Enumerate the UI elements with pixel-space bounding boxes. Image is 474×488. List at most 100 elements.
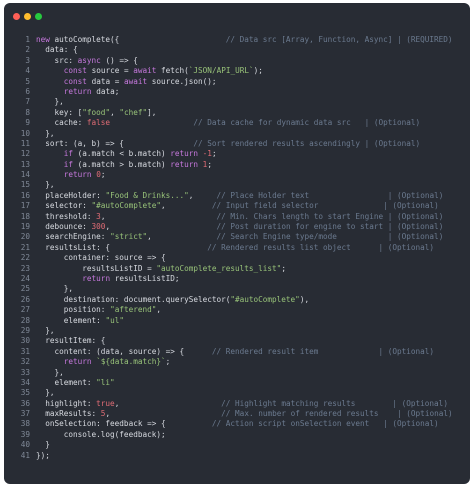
code-token: );: [253, 66, 263, 76]
code-token: return: [170, 149, 199, 159]
line-number: 8: [25, 107, 30, 117]
line-number: 36: [20, 398, 30, 408]
code-token: resultsListID;: [110, 273, 180, 283]
code-token: element:: [36, 377, 97, 387]
code-line: 38 onSelection: feedback => { // Action …: [4, 419, 470, 429]
code-line: 35 },: [4, 388, 470, 398]
code-token: position:: [36, 305, 111, 315]
code-line: 9 cache: false // Data cache for dynamic…: [4, 118, 470, 128]
line-number: 20: [20, 232, 30, 242]
code-token: },: [36, 388, 55, 398]
code-line: 18 threshold: 3, // Min. Chars length to…: [4, 212, 470, 222]
close-dot-icon[interactable]: [13, 13, 20, 20]
line-number: 34: [20, 377, 30, 387]
code-token: }: [36, 440, 50, 450]
code-token: true: [96, 398, 115, 408]
code-token: });: [36, 450, 50, 460]
code-comment: // Highlight matching results | (Optiona…: [221, 398, 448, 408]
line-number: 17: [20, 201, 30, 211]
code-token: "chef": [119, 107, 148, 117]
code-token: ;: [100, 170, 106, 180]
code-token: if: [63, 159, 74, 169]
code-token: await: [133, 66, 157, 76]
maximize-dot-icon[interactable]: [35, 13, 42, 20]
code-token: },: [36, 325, 55, 335]
code-token: () => {: [100, 55, 138, 65]
line-number: 37: [20, 409, 30, 419]
code-token: "#autoComplete": [91, 201, 161, 211]
code-token: key: [: [36, 107, 83, 117]
code-line: 13 if (a.match > b.match) return 1;: [4, 160, 470, 170]
code-line: 41});: [4, 451, 470, 461]
code-token: container: source => {: [36, 253, 166, 263]
code-token: },: [36, 180, 55, 190]
code-token: onSelection: feedback => {: [36, 419, 166, 429]
line-number: 12: [20, 149, 30, 159]
code-token: resultItem: {: [36, 336, 106, 346]
code-token: async: [77, 55, 101, 65]
line-number: 15: [20, 180, 30, 190]
minimize-dot-icon[interactable]: [24, 13, 31, 20]
code-token: resultsList: {: [36, 242, 111, 252]
code-token: debounce:: [36, 222, 92, 232]
code-line: 32 return `${data.match}`;: [4, 357, 470, 367]
code-line: 19 debounce: 300, // Post duration for e…: [4, 222, 470, 232]
line-number: 14: [20, 170, 30, 180]
code-line: 24 return resultsListID;: [4, 274, 470, 284]
code-token: autoComplete({: [54, 35, 120, 44]
code-token: selector:: [36, 201, 92, 211]
line-number: 38: [20, 419, 30, 429]
code-token: if: [63, 149, 74, 159]
line-number: 41: [20, 450, 30, 460]
code-token: source =: [86, 66, 134, 76]
code-token: data =: [86, 76, 124, 86]
code-token: ;: [211, 149, 217, 159]
code-token: (a.match < b.match): [73, 149, 171, 159]
line-number: 30: [20, 336, 30, 346]
code-line: 28 element: "ul": [4, 316, 470, 326]
code-line: 22 container: source => {: [4, 253, 470, 263]
code-line: 27 position: "afterend",: [4, 305, 470, 315]
code-token: 300: [91, 222, 106, 232]
code-token: fetch(: [156, 66, 189, 76]
line-number: 5: [25, 76, 30, 86]
code-token: await: [123, 76, 148, 86]
code-comment: // Place Holder text | (Optional): [216, 190, 444, 200]
code-token: "ul": [105, 315, 124, 325]
code-token: return: [63, 170, 92, 180]
code-token: console.log(feedback);: [36, 429, 166, 439]
code-comment: // Post duration for engine to start | (…: [216, 222, 444, 232]
code-token: element:: [36, 315, 106, 325]
code-line: 37 maxResults: 5, // Max. number of rend…: [4, 409, 470, 419]
code-token: "afterend": [110, 305, 157, 315]
code-token: cache:: [36, 118, 87, 128]
code-token: -1: [202, 149, 212, 159]
code-comment: // Max. number of rendered results | (Op…: [221, 409, 453, 419]
code-token: return: [63, 357, 92, 367]
line-number: 13: [20, 159, 30, 169]
code-token: false: [86, 118, 111, 128]
line-number: 22: [20, 253, 30, 263]
code-line: 20 searchEngine: "strict", // Search Eng…: [4, 232, 470, 242]
code-token: data: {: [36, 45, 78, 55]
code-token: highlight:: [36, 398, 97, 408]
code-comment: // Rendered results list object | (Optio…: [207, 242, 435, 252]
code-line: 11 sort: (a, b) => { // Sort rendered re…: [4, 139, 470, 149]
line-number: 2: [25, 45, 30, 55]
code-token: },: [36, 97, 64, 107]
code-line: 14 return 0;: [4, 170, 470, 180]
